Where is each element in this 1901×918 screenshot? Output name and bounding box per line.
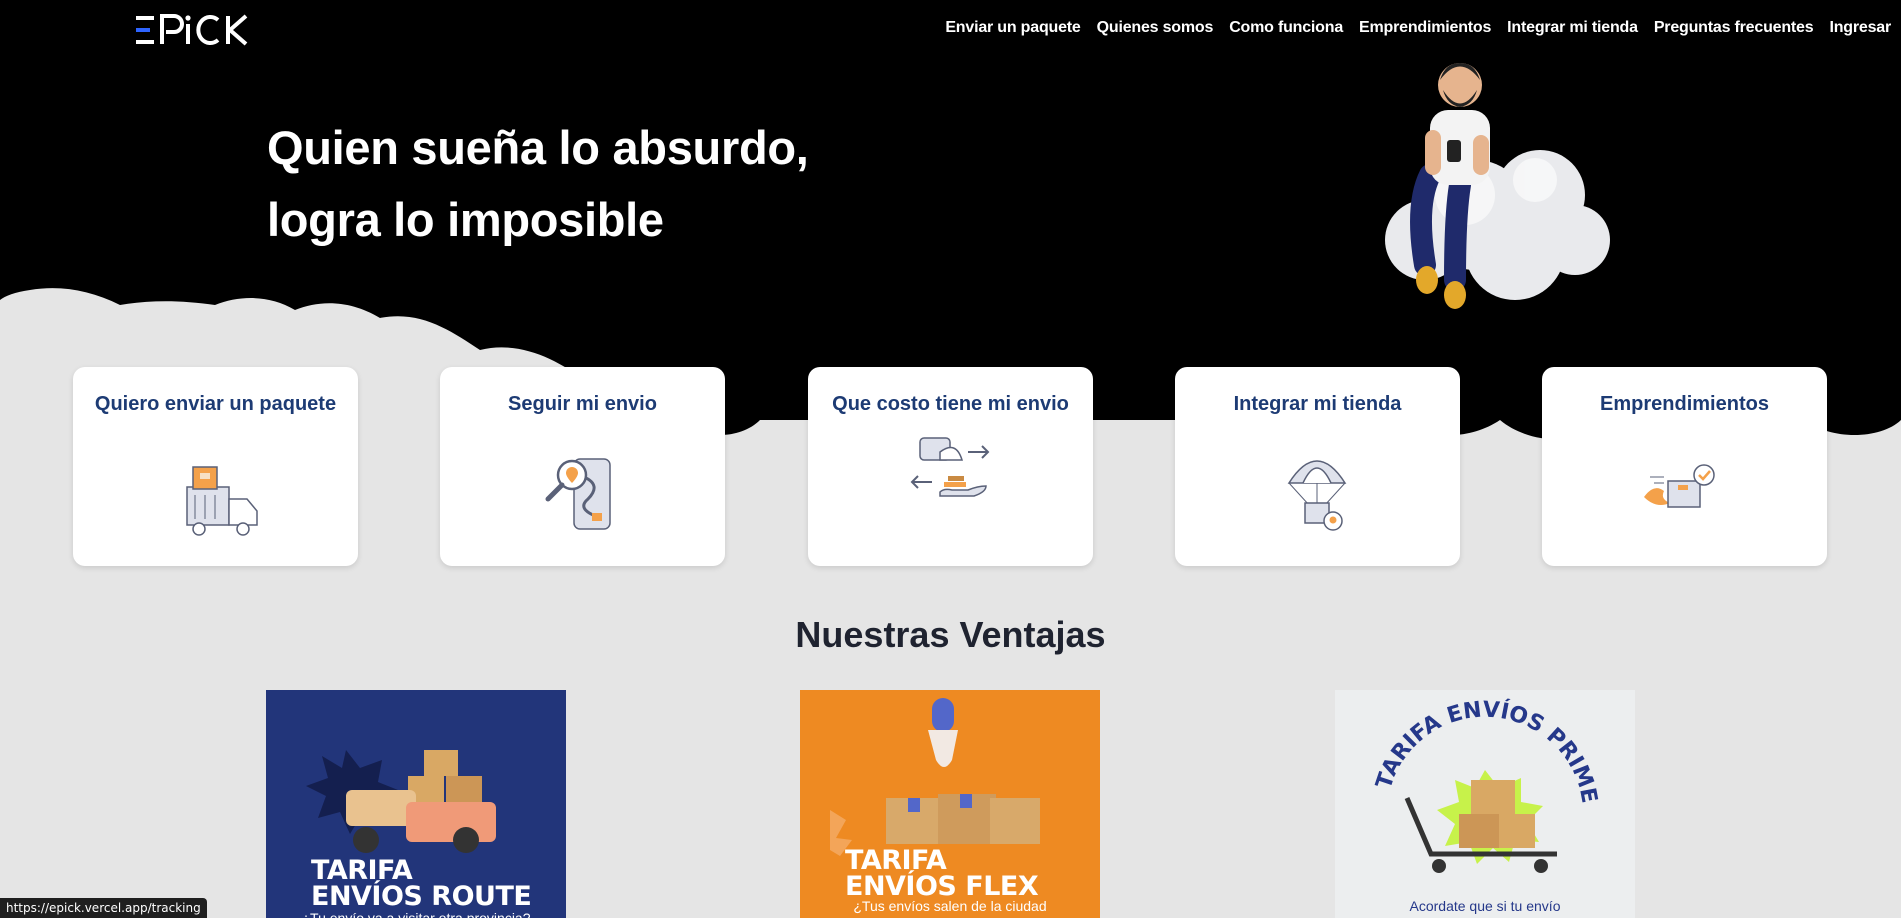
promo-subtitle: ¿Tus envíos salen de la ciudad [853, 898, 1047, 914]
nav-quienes-somos[interactable]: Quienes somos [1097, 19, 1214, 37]
nav-enviar-un-paquete[interactable]: Enviar un paquete [945, 19, 1080, 37]
parachute-package-icon [1287, 460, 1347, 531]
fast-package-icon [1644, 464, 1715, 508]
top-navigation-bar: Enviar un paquete Quienes somos Como fun… [0, 0, 1901, 60]
card-title: Que costo tiene mi envio [832, 393, 1069, 415]
card-title: Integrar mi tienda [1233, 393, 1402, 415]
tracking-map-icon [545, 458, 611, 530]
card-costo-envio[interactable]: Que costo tiene mi envio [808, 367, 1093, 566]
nav-ingresar[interactable]: Ingresar [1829, 19, 1891, 37]
epick-logo[interactable] [134, 12, 258, 48]
card-title: Seguir mi envio [508, 393, 657, 415]
promo-subtitle: ¿Tu envío va a visitar otra provincia? [301, 910, 531, 918]
promo-subtitle: Acordate que si tu envío [1409, 898, 1561, 914]
nav-emprendimientos[interactable]: Emprendimientos [1359, 19, 1491, 37]
card-title: Quiero enviar un paquete [94, 393, 337, 415]
hero-headline-line1: Quien sueña lo absurdo, [267, 121, 809, 174]
card-seguir-envio[interactable]: Seguir mi envio [440, 367, 725, 566]
promo-envios-flex[interactable]: TARIFA ENVÍOS FLEX ¿Tus envíos salen de … [800, 690, 1100, 918]
card-enviar-paquete[interactable]: Quiero enviar un paquete [73, 367, 358, 566]
price-exchange-icon [910, 437, 990, 497]
nav-como-funciona[interactable]: Como funciona [1229, 19, 1343, 37]
nav-integrar-mi-tienda[interactable]: Integrar mi tienda [1507, 19, 1638, 37]
section-title-ventajas: Nuestras Ventajas [795, 614, 1106, 655]
nav-preguntas-frecuentes[interactable]: Preguntas frecuentes [1654, 19, 1814, 37]
main-nav: Enviar un paquete Quienes somos Como fun… [945, 19, 1891, 37]
cart-boxes-illustration: TARIFA ENVÍOS PRIME [1335, 690, 1635, 918]
hero-headline: Quien sueña lo absurdo, logra lo imposib… [267, 112, 809, 256]
card-integrar-tienda[interactable]: Integrar mi tienda [1175, 367, 1460, 566]
promo-envios-route[interactable]: TARIFA ENVÍOS ROUTE ¿Tu envío va a visit… [266, 690, 566, 918]
promo-envios-prime[interactable]: TARIFA ENVÍOS PRIME Acordate que si tu e… [1335, 690, 1635, 918]
status-bar-url: https://epick.vercel.app/tracking [0, 898, 207, 918]
promo-title: TARIFA ENVÍOS ROUTE [311, 855, 532, 912]
promo-title: TARIFA ENVÍOS FLEX [845, 845, 1039, 902]
card-emprendimientos[interactable]: Emprendimientos [1542, 367, 1827, 566]
card-title: Emprendimientos [1600, 393, 1769, 415]
delivery-truck-icon [186, 466, 258, 536]
man-on-cloud-illustration [1385, 63, 1610, 309]
hero-headline-line2: logra lo imposible [267, 193, 664, 246]
